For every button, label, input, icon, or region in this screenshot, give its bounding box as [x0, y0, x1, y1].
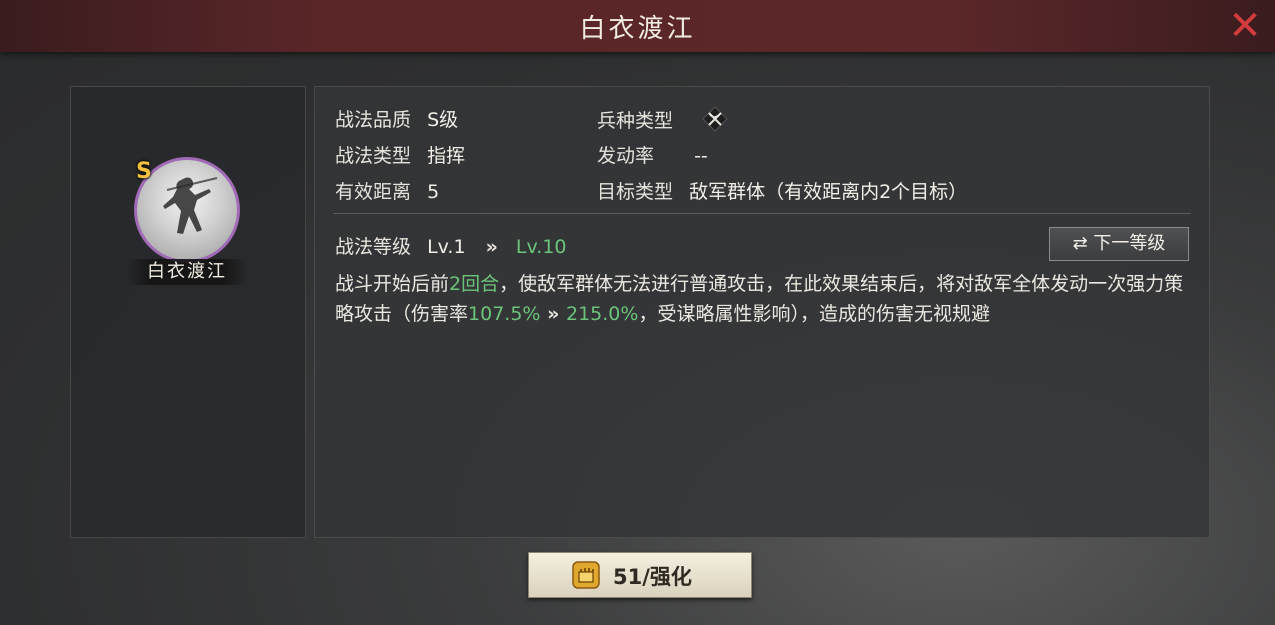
skill-detail-panel: 战法品质 S级 兵种类型 战法类型 指挥 发动率 -- 有效距离 5 目标类型 … — [314, 86, 1210, 538]
next-level-button[interactable]: ⇄ 下一等级 — [1049, 227, 1189, 261]
divider — [333, 213, 1191, 214]
level-label: 战法等级 — [335, 236, 412, 258]
warrior-silhouette-icon — [163, 177, 218, 234]
desc-highlight-rounds: 2回合 — [449, 273, 500, 295]
fist-icon — [571, 560, 601, 590]
range-row: 有效距离 5 — [335, 177, 439, 204]
level-arrow: » — [485, 236, 498, 258]
level-row: 战法等级 Lv.1 » Lv.10 — [335, 232, 567, 259]
desc-part: ，受谋略属性影响），造成的伤害无视规避 — [638, 303, 990, 325]
close-icon[interactable]: ✕ — [1225, 6, 1265, 46]
type-value: 指挥 — [427, 145, 466, 167]
skill-portrait-panel: S 白衣渡江 — [70, 86, 306, 538]
quality-label: 战法品质 — [335, 109, 412, 131]
troop-label: 兵种类型 — [597, 110, 674, 132]
level-current: Lv.1 — [427, 236, 466, 258]
skill-description: 战斗开始后前2回合，使敌军群体无法进行普通攻击，在此效果结束后，将对敌军全体发动… — [335, 269, 1195, 329]
troop-row: 兵种类型 — [597, 105, 729, 138]
enhance-button[interactable]: 51/强化 — [528, 552, 752, 598]
target-row: 目标类型 敌军群体（有效距离内2个目标） — [597, 177, 967, 204]
desc-arrow: » — [540, 303, 566, 325]
type-row: 战法类型 指挥 — [335, 141, 465, 168]
desc-highlight-rate-next: 215.0% — [565, 303, 639, 325]
level-next: Lv.10 — [515, 236, 567, 258]
window-title: 白衣渡江 — [579, 14, 696, 44]
type-label: 战法类型 — [335, 145, 412, 167]
rate-value: -- — [694, 145, 708, 167]
target-value: 敌军群体（有效距离内2个目标） — [689, 181, 968, 203]
crossed-bows-icon — [701, 105, 729, 138]
rate-label: 发动率 — [597, 145, 655, 167]
quality-row: 战法品质 S级 — [335, 105, 458, 132]
target-label: 目标类型 — [597, 181, 674, 203]
quality-value: S级 — [427, 109, 459, 131]
desc-part: 战斗开始后前 — [335, 273, 450, 295]
range-label: 有效距离 — [335, 181, 412, 203]
desc-highlight-rate-current: 107.5% — [468, 303, 541, 325]
range-value: 5 — [427, 181, 440, 203]
skill-name-label: 白衣渡江 — [126, 259, 248, 285]
rate-row: 发动率 -- — [597, 141, 708, 168]
title-bar: 白衣渡江 ✕ — [0, 0, 1275, 52]
enhance-label: 51/强化 — [613, 565, 692, 589]
grade-badge: S — [136, 159, 152, 184]
